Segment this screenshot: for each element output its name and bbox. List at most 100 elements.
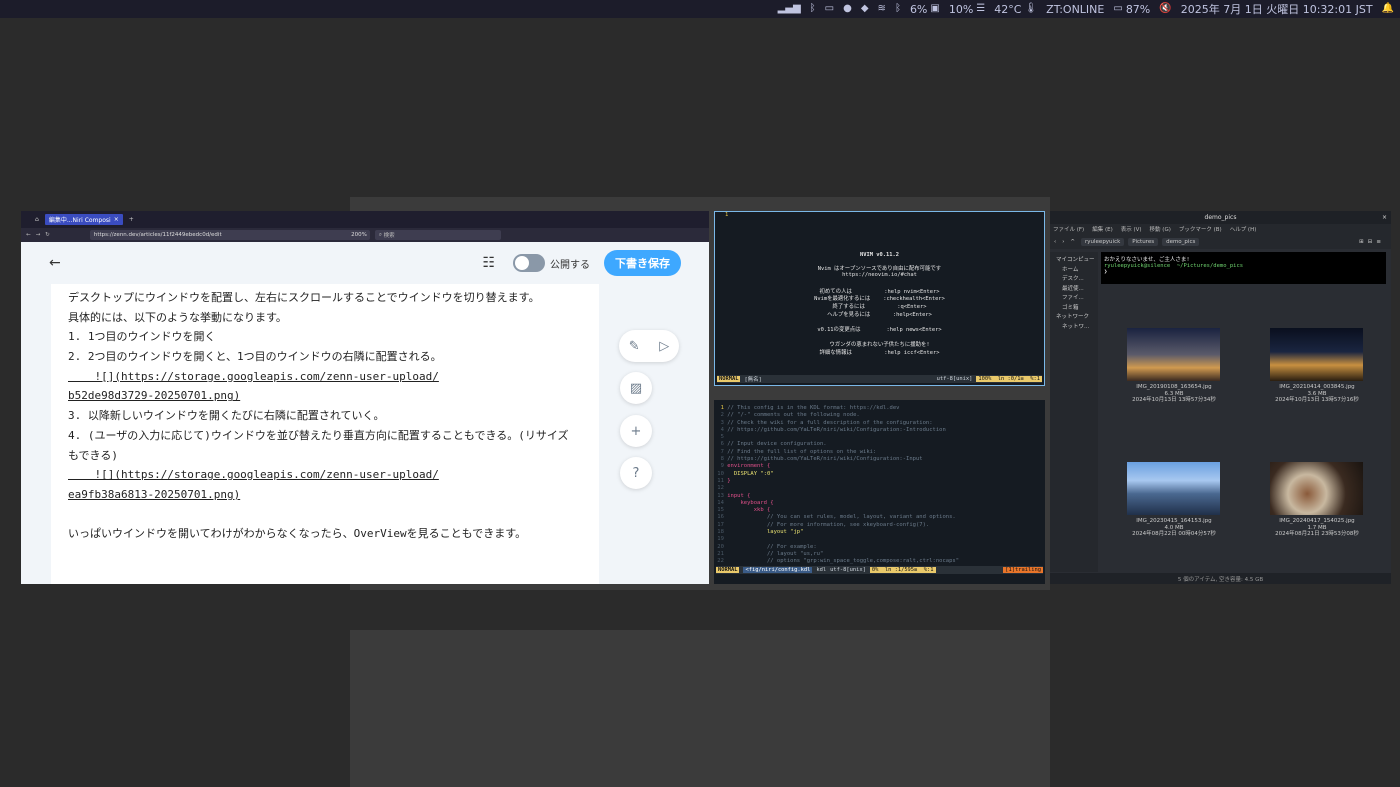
sidebar-item[interactable]: ホーム bbox=[1050, 265, 1098, 275]
url-bar[interactable]: https://zenn.dev/articles/11f2449ebedc0d… bbox=[89, 230, 370, 240]
bluetooth-status[interactable]: ᛒ bbox=[895, 4, 901, 14]
code-text: keyboard { bbox=[727, 499, 774, 506]
file-thumbnail[interactable] bbox=[1270, 462, 1363, 515]
splash-line: https://neovim.io/#chat bbox=[842, 271, 917, 278]
sidebar-item[interactable]: ファイ... bbox=[1050, 293, 1098, 303]
tab-close-icon[interactable]: × bbox=[114, 216, 119, 223]
reload-icon[interactable]: ↻ bbox=[45, 232, 50, 238]
editor-line[interactable]: 4. (ユーザの入力に応じて)ウインドウを並び替えたり垂直方向に配置することもで… bbox=[68, 426, 599, 446]
sidebar-item[interactable]: 最近使... bbox=[1050, 284, 1098, 294]
discord-icon[interactable]: ◆ bbox=[861, 4, 869, 14]
code-text: // layout "us,ru" bbox=[727, 550, 824, 557]
nvim-window-splash[interactable]: 1 NVIM v0.11.2 Nvim はオープンソースであり自由に配布可能です… bbox=[714, 211, 1045, 386]
volume-mute-icon[interactable]: 🔇 bbox=[1159, 4, 1171, 14]
nvim-version: NVIM v0.11.2 bbox=[860, 252, 899, 258]
editor-line[interactable]: 3. 以降新しいウインドウを開くたびに右隣に配置されていく。 bbox=[68, 406, 599, 426]
editor-line[interactable]: ![](https://storage.googleapis.com/zenn-… bbox=[68, 465, 599, 485]
code-text: input { bbox=[727, 492, 751, 499]
back-arrow-icon[interactable]: ← bbox=[49, 255, 61, 271]
sidebar-item[interactable]: マイコンピュー bbox=[1050, 255, 1098, 265]
pencil-icon[interactable]: ✎ bbox=[629, 339, 640, 354]
file-manager-window[interactable]: demo_pics × ファイル (F) 編集 (E) 表示 (V) 移動 (G) ブッ… bbox=[1050, 211, 1391, 584]
code-text: // options "grp:win_space_toggle,compose… bbox=[727, 558, 960, 565]
public-toggle[interactable] bbox=[513, 254, 545, 272]
view-mode-icons[interactable]: ⊞⊟≡ bbox=[1359, 239, 1391, 245]
tray-app-icon[interactable]: ▭ bbox=[825, 4, 834, 14]
file-caption[interactable]: IMG_20230415_164153.jpg 4.0 MB 2024年08月22日… bbox=[1109, 518, 1239, 538]
menu-item[interactable]: 移動 (G) bbox=[1150, 225, 1171, 233]
file-caption[interactable]: IMG_20190108_163654.jpg 6.3 MB 2024年10月13日… bbox=[1109, 384, 1239, 404]
code-text: DISPLAY ":0" bbox=[727, 470, 774, 477]
code-line: 1 // This config is in the KDL format: h… bbox=[714, 405, 1045, 412]
editor-line[interactable]: 具体的には、以下のような挙動になります。 bbox=[68, 308, 599, 328]
breadcrumb-item[interactable]: ryuleepyuick bbox=[1081, 237, 1125, 246]
editor-line[interactable]: デスクトップにウインドウを配置し、左右にスクロールすることでウインドウを切り替え… bbox=[68, 288, 599, 308]
bluetooth-icon[interactable]: ᛒ bbox=[810, 4, 816, 14]
back-icon[interactable]: ‹ bbox=[1054, 239, 1056, 245]
code-line: 13 input { bbox=[714, 493, 1045, 500]
line-number: 1 bbox=[725, 212, 729, 218]
sidebar-item[interactable]: ゴミ箱 bbox=[1050, 303, 1098, 313]
breadcrumb-item[interactable]: demo_pics bbox=[1162, 237, 1200, 246]
close-icon[interactable]: × bbox=[1382, 214, 1387, 221]
preview-play-icon[interactable]: ▷ bbox=[659, 339, 669, 354]
sidebar-item[interactable]: ネットワ... bbox=[1050, 322, 1098, 332]
editor-line[interactable]: 1. 1つ目のウインドウを開く bbox=[68, 327, 599, 347]
file-thumbnail[interactable] bbox=[1270, 328, 1363, 381]
editor-line[interactable]: ea9fb38a6813-20250701.png) bbox=[68, 485, 599, 505]
file-thumbnail[interactable] bbox=[1127, 328, 1220, 381]
editor-line[interactable]: b52de98d3729-20250701.png) bbox=[68, 386, 599, 406]
editor-line[interactable]: いっぱいウインドウを開いてわけがわからなくなったら、OverViewを見ることも… bbox=[68, 524, 599, 544]
menu-item[interactable]: ファイル (F) bbox=[1053, 225, 1084, 233]
code-line: 5 bbox=[714, 434, 1045, 441]
image-icon: ▨ bbox=[629, 380, 643, 396]
sidebar-item[interactable]: デスク... bbox=[1050, 274, 1098, 284]
zoom-level[interactable]: 200% bbox=[351, 232, 370, 238]
workspace-panel-next[interactable] bbox=[350, 630, 1050, 787]
breadcrumb-item[interactable]: Pictures bbox=[1128, 237, 1159, 246]
insert-button[interactable]: + bbox=[620, 415, 652, 447]
browser-menu-icon[interactable]: ⌂ bbox=[35, 216, 39, 223]
line-number: 13 bbox=[714, 492, 728, 499]
code-text: layout "jp" bbox=[727, 529, 804, 536]
splash-line: 詳細な情報は :help iccf<Enter> bbox=[819, 349, 940, 356]
editor-line[interactable] bbox=[68, 505, 599, 525]
splash-line: v0.11の変更点は :help news<Enter> bbox=[817, 326, 942, 333]
settings-sliders-icon[interactable]: ☷ bbox=[482, 255, 495, 271]
code-line: 8 // https://github.com/YaLTeR/niri/wiki… bbox=[714, 456, 1045, 463]
sidebar-item[interactable]: ネットワーク bbox=[1050, 312, 1098, 322]
forward-icon[interactable]: › bbox=[1062, 239, 1064, 245]
editor-line[interactable]: ![](https://storage.googleapis.com/zenn-… bbox=[68, 367, 599, 387]
line-number: 17 bbox=[714, 521, 728, 528]
code-line: 14 keyboard { bbox=[714, 500, 1045, 507]
menu-item[interactable]: ブックマーク (B) bbox=[1179, 225, 1222, 233]
forward-icon[interactable]: → bbox=[36, 232, 41, 238]
file-thumbnail[interactable] bbox=[1127, 462, 1220, 515]
menu-item[interactable]: 表示 (V) bbox=[1121, 225, 1142, 233]
menu-item[interactable]: 編集 (E) bbox=[1092, 225, 1113, 233]
steam-icon[interactable]: ● bbox=[843, 4, 852, 14]
browser-search-input[interactable]: ⌕ 検索 bbox=[374, 230, 501, 240]
browser-tab[interactable]: 編集中...Niri Composi × bbox=[44, 214, 123, 225]
embedded-terminal[interactable]: おかえりなさいませ、ご主人さま! ryuleepyuick@silence ~/P… bbox=[1101, 252, 1386, 284]
nvim-window-config[interactable]: 1 // This config is in the KDL format: h… bbox=[714, 400, 1045, 584]
editor-line[interactable]: もできる) bbox=[68, 446, 599, 466]
markdown-editor[interactable]: デスクトップにウインドウを配置し、左右にスクロールすることでウインドウを切り替え… bbox=[51, 284, 599, 584]
save-draft-button[interactable]: 下書き保存 bbox=[604, 250, 681, 276]
help-button[interactable]: ? bbox=[620, 457, 652, 489]
editor-line[interactable]: 2. 2つ目のウインドウを開くと、1つ目のウインドウの右隣に配置される。 bbox=[68, 347, 599, 367]
back-icon[interactable]: ← bbox=[26, 232, 31, 238]
browser-window[interactable]: ⌂ 編集中...Niri Composi × + ← → ↻ https://ze… bbox=[21, 211, 709, 584]
up-icon[interactable]: ^ bbox=[1070, 239, 1075, 245]
file-caption[interactable]: IMG_20240417_154025.jpg 1.7 MB 2024年08月21日… bbox=[1252, 518, 1382, 538]
bluetooth-icon: ᛒ bbox=[894, 3, 901, 14]
edit-preview-toggle[interactable]: ✎ ▷ bbox=[619, 330, 679, 362]
file-date: 2024年08月21日 23時53分08秒 bbox=[1275, 531, 1359, 537]
file-caption[interactable]: IMG_20210414_003845.jpg 3.6 MB 2024年10月13日… bbox=[1252, 384, 1382, 404]
image-upload-button[interactable]: ▨ bbox=[620, 372, 652, 404]
menu-item[interactable]: ヘルプ (H) bbox=[1230, 225, 1257, 233]
new-tab-icon[interactable]: + bbox=[129, 216, 134, 223]
notification-bell-icon[interactable]: 🔔 bbox=[1382, 4, 1394, 14]
top-status-bar: ▂▄▆ ᛒ ▭ ● ◆ ≋ ᛒ 6% ▣ 10% ☰ 42°C 🌡 ZT:ONLINE… bbox=[0, 0, 1400, 18]
wifi-icon[interactable]: ≋ bbox=[878, 4, 886, 14]
